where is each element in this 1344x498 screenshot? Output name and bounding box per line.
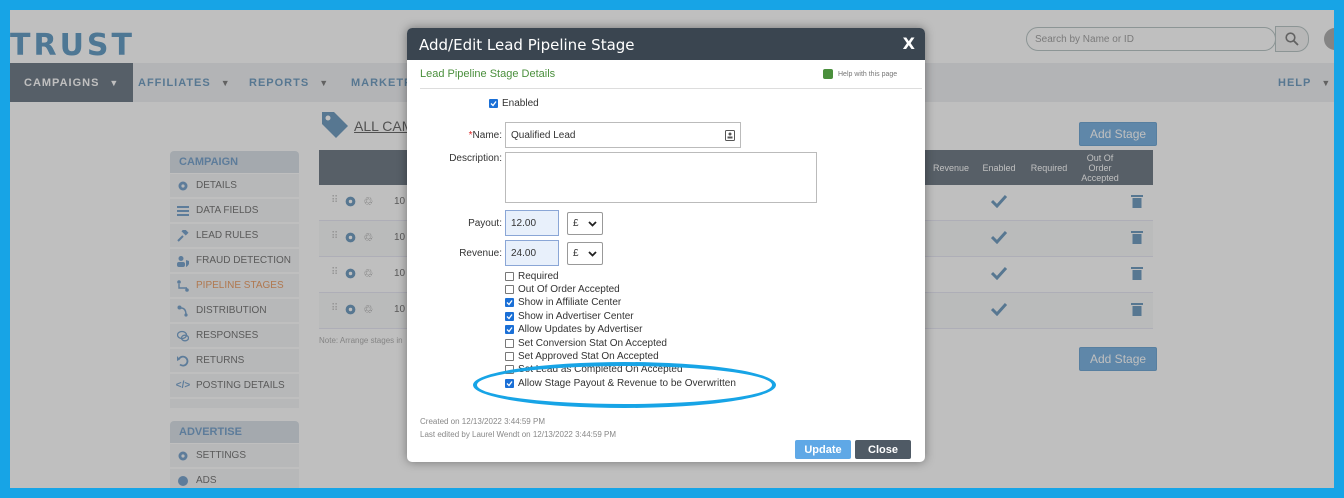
divider bbox=[420, 88, 922, 89]
help-icon bbox=[823, 69, 833, 79]
close-icon[interactable]: X bbox=[903, 34, 915, 53]
dialog-header: Add/Edit Lead Pipeline Stage X bbox=[407, 28, 925, 60]
revenue-input[interactable]: 24.00 bbox=[505, 240, 559, 266]
contact-card-icon bbox=[725, 129, 735, 141]
section-title: Lead Pipeline Stage Details bbox=[420, 68, 556, 80]
checkbox-box[interactable] bbox=[505, 338, 514, 348]
dialog-title: Add/Edit Lead Pipeline Stage bbox=[419, 36, 635, 54]
option-checkbox[interactable]: Set Approved Stat On Accepted bbox=[505, 350, 659, 362]
name-input[interactable]: Qualified Lead bbox=[505, 122, 741, 148]
payout-label: Payout: bbox=[468, 218, 502, 229]
checkbox-box[interactable] bbox=[505, 324, 514, 334]
checkbox-label: Allow Updates by Advertiser bbox=[518, 323, 643, 335]
name-label: *Name: bbox=[468, 130, 502, 141]
checkbox-box[interactable] bbox=[505, 311, 514, 321]
checkbox-box[interactable] bbox=[505, 271, 514, 281]
revenue-currency-select[interactable]: £ bbox=[567, 242, 603, 265]
checkbox-label: Required bbox=[518, 270, 559, 282]
enabled-checkbox[interactable]: Enabled bbox=[489, 97, 539, 109]
payout-input[interactable]: 12.00 bbox=[505, 210, 559, 236]
option-checkbox[interactable]: Show in Advertiser Center bbox=[505, 310, 634, 322]
help-link[interactable]: Help with this page bbox=[823, 69, 897, 79]
update-button[interactable]: Update bbox=[795, 440, 851, 459]
checkbox-label: Set Approved Stat On Accepted bbox=[518, 350, 659, 362]
revenue-label: Revenue: bbox=[459, 248, 502, 259]
checkbox-label: Show in Advertiser Center bbox=[518, 310, 634, 322]
description-textarea[interactable] bbox=[505, 152, 817, 203]
payout-currency-select[interactable]: £ bbox=[567, 212, 603, 235]
highlight-annotation bbox=[473, 362, 776, 408]
checkbox-box[interactable] bbox=[505, 297, 514, 307]
close-button[interactable]: Close bbox=[855, 440, 911, 459]
option-checkbox[interactable]: Out Of Order Accepted bbox=[505, 283, 620, 295]
edited-timestamp: Last edited by Laurel Wendt on 12/13/202… bbox=[420, 430, 616, 439]
checkbox-label: Set Conversion Stat On Accepted bbox=[518, 337, 667, 349]
option-checkbox[interactable]: Show in Affiliate Center bbox=[505, 296, 621, 308]
checkbox-box[interactable] bbox=[505, 284, 514, 294]
option-checkbox[interactable]: Required bbox=[505, 270, 559, 282]
option-checkbox[interactable]: Allow Updates by Advertiser bbox=[505, 323, 643, 335]
checkbox-label: Out Of Order Accepted bbox=[518, 283, 620, 295]
description-label: Description: bbox=[449, 153, 502, 164]
checkbox-box[interactable] bbox=[505, 351, 514, 361]
chevron-down-icon bbox=[588, 250, 597, 257]
option-checkbox[interactable]: Set Conversion Stat On Accepted bbox=[505, 337, 667, 349]
checkbox-label: Show in Affiliate Center bbox=[518, 296, 622, 308]
chevron-down-icon bbox=[588, 220, 597, 227]
app-window: TRUST CAMPAIGNS▼ AFFILIATES▼ REPORTS▼ MA… bbox=[10, 10, 1334, 488]
checkbox-box[interactable] bbox=[489, 98, 498, 108]
created-timestamp: Created on 12/13/2022 3:44:59 PM bbox=[420, 417, 545, 426]
